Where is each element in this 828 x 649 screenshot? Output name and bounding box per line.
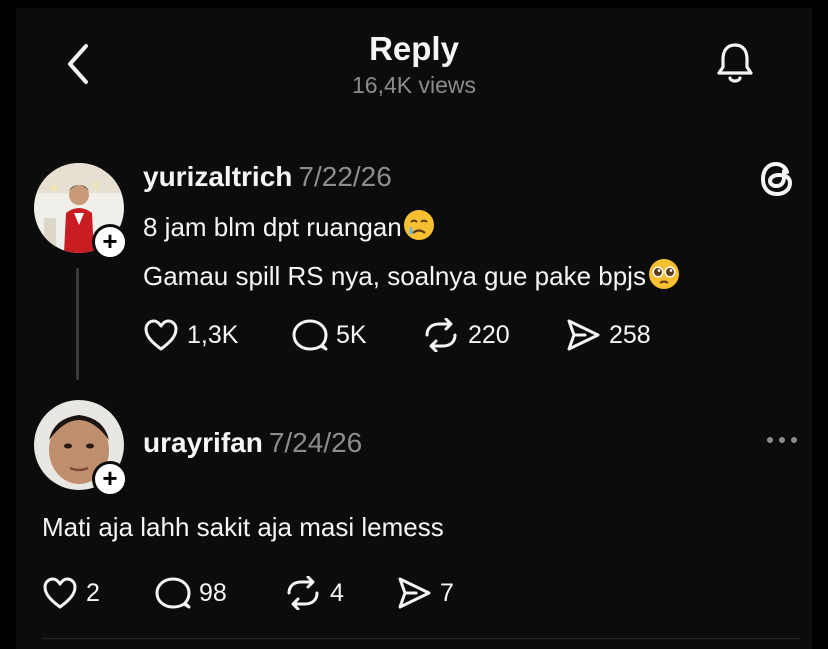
comment-icon — [292, 319, 328, 351]
pleading-face-emoji — [646, 257, 682, 298]
repost-count: 220 — [468, 320, 510, 349]
post-text-line: 8 jam blm dpt ruangan — [143, 208, 436, 249]
share-icon — [567, 319, 600, 351]
app-frame — [16, 8, 812, 649]
post-text: 8 jam blm dpt ruangan — [143, 212, 402, 242]
post-date: 7/22/26 — [298, 161, 392, 192]
heart-icon — [144, 319, 178, 351]
comment-button[interactable]: 5K — [292, 318, 367, 352]
follow-plus-icon[interactable]: + — [92, 224, 128, 260]
comment-count: 98 — [199, 578, 227, 607]
post-text: Gamau spill RS nya, soalnya gue pake bpj… — [143, 261, 646, 291]
view-count: 16,4K views — [351, 72, 476, 98]
username-text[interactable]: urayrifan — [143, 427, 263, 458]
crying-face-emoji — [402, 208, 436, 249]
comment-button[interactable]: 98 — [155, 576, 227, 610]
comment-icon — [155, 577, 191, 609]
share-button[interactable]: 7 — [396, 576, 454, 610]
page-title: Reply — [369, 30, 459, 67]
bell-icon[interactable] — [712, 40, 758, 86]
heart-icon — [43, 577, 77, 609]
repost-button[interactable]: 220 — [422, 318, 510, 352]
repost-button[interactable]: 4 — [284, 576, 344, 610]
like-button[interactable]: 1,3K — [143, 318, 238, 352]
share-icon — [398, 577, 431, 609]
post-date: 7/24/26 — [268, 427, 363, 458]
comment-count: 5K — [336, 320, 367, 349]
post-text-line: Gamau spill RS nya, soalnya gue pake bpj… — [143, 257, 682, 298]
post-username[interactable]: yurizaltrich 7/22/26 — [143, 161, 392, 193]
repost-icon — [287, 576, 319, 610]
like-count: 1,3K — [187, 320, 239, 349]
more-icon[interactable] — [762, 425, 806, 455]
repost-count: 4 — [330, 578, 344, 607]
threads-logo-icon[interactable] — [756, 157, 800, 201]
share-button[interactable]: 258 — [565, 318, 651, 352]
like-count: 2 — [86, 578, 100, 607]
divider — [42, 638, 800, 639]
post-username[interactable]: urayrifan 7/24/26 — [143, 427, 362, 459]
share-count: 258 — [609, 320, 651, 349]
username-text[interactable]: yurizaltrich — [143, 161, 292, 192]
thread-line — [76, 268, 79, 380]
follow-plus-icon[interactable]: + — [92, 461, 128, 497]
like-button[interactable]: 2 — [42, 576, 100, 610]
post-text: Mati aja lahh sakit aja masi lemess — [42, 512, 444, 542]
repost-icon — [425, 318, 457, 352]
share-count: 7 — [440, 578, 454, 607]
